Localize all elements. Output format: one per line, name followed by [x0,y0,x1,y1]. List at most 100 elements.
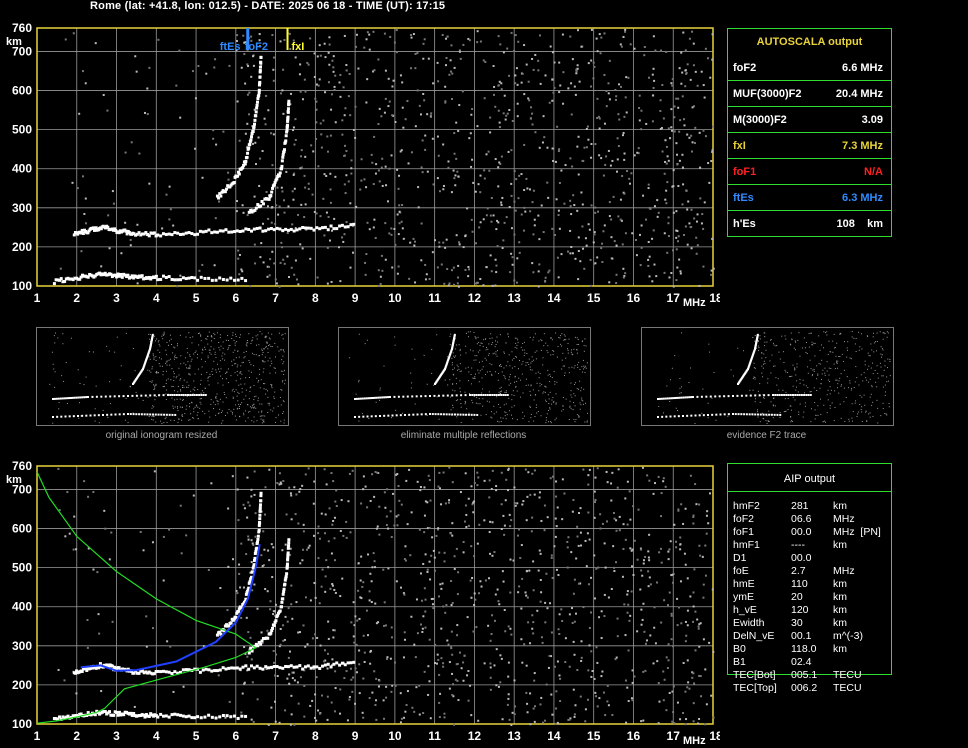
echo-point [278,666,282,670]
echo-point [218,715,222,719]
echo-point [285,128,289,132]
echo-point [278,171,282,175]
echo-point [207,276,211,280]
aip-unit: TECU [833,669,862,681]
x-tick-label: 10 [388,291,402,305]
echo-point [164,670,168,674]
echo-point [255,100,259,104]
echo-point [281,666,285,670]
y-tick-label: 500 [12,123,32,137]
echo-point [170,277,174,281]
aip-row-foe: foE 2.7 MHz [733,565,893,578]
echo-point [289,664,293,668]
echo-point [187,276,191,280]
y-tick-label: 200 [12,678,32,692]
autoscala-title-text: AUTOSCALA output [756,36,863,48]
echo-point [199,716,203,720]
aip-divider [728,491,891,492]
echo-point [326,662,330,666]
aip-value: 00.0 [791,552,812,564]
aip-row-yme: ymE 20 km [733,591,893,604]
y-tick-label: 600 [12,522,32,536]
echo-point [318,666,322,670]
echo-point [247,146,251,150]
echo-point [251,129,255,133]
echo-point [315,226,319,230]
echo-point [254,110,258,114]
echo-point [259,642,263,646]
echo-point [119,272,123,276]
x-tick-label: 11 [428,729,441,743]
echo-point [261,229,265,233]
x-tick-label: 15 [587,729,601,743]
echo-point [181,714,185,718]
echo-point [255,540,259,544]
echo-point [221,666,225,670]
y-tick-label: 400 [12,162,32,176]
echo-point [252,666,256,670]
aip-unit: km [833,617,847,629]
echo-point [287,541,291,545]
aip-value: 110 [791,578,808,590]
echo-point [256,534,260,538]
echo-point [253,122,257,126]
echo-point [190,276,194,280]
echo-point [321,226,325,230]
echo-point [120,275,124,279]
echo-point [258,521,262,525]
thumb-caption-evidence: evidence F2 trace [726,430,807,441]
echo-point [236,278,240,282]
echo-point [258,65,262,69]
aip-value: 281 [791,500,809,512]
echo-point [170,672,174,676]
aip-unit: MHz [PN] [833,526,881,538]
y-tick-label: 400 [12,600,32,614]
echo-point [117,710,121,714]
x-tick-label: 4 [153,291,160,305]
aip-row-b1: B1 02.4 [733,656,893,669]
echo-point [254,550,258,554]
aip-row-deln-ve: DelN_vE 00.1 m^(-3) [733,630,893,643]
aip-row-b0: B0 118.0 km [733,643,893,656]
echo-trace-2 [72,660,356,676]
echo-point [267,227,271,231]
echo-point [321,664,325,668]
thumb-echo-trace [657,333,812,418]
x-unit-label: MHz [683,297,706,309]
echo-point [173,712,177,716]
x-tick-label: 5 [193,729,200,743]
ionogram-bottom: 1 2 3 4 5 6 7 8 9 10 11 12 13 14 15 16 17 187607006005004… [6,459,720,747]
echo-point [246,151,250,155]
echo-point [161,669,165,673]
echo-point [309,666,313,670]
echo-point [258,503,262,507]
y-tick-label: 300 [12,639,32,653]
echo-point [250,229,254,233]
fxI-marker-label: fxI [292,41,305,53]
echo-point [179,713,183,717]
echo-point [257,88,261,92]
echo-point [286,115,290,119]
aip-unit: m^(-3) [833,630,864,642]
echo-point [184,277,188,281]
autoscala-row-ftes: ftEs 6.3 MHz [728,184,891,210]
x-tick-label: 16 [627,291,641,305]
echo-point [167,232,171,236]
echo-point [295,228,299,232]
echo-point [338,663,342,667]
echo-point [181,276,185,280]
echo-point [249,138,253,142]
aip-unit: km [833,578,847,590]
autoscala-value: 6.3 MHz [842,192,883,204]
autoscala-row-h-es: h'Es 108 km [728,210,891,236]
echo-point [267,197,271,201]
echo-point [269,227,273,231]
aip-key: DelN_vE [733,630,775,642]
echo-point [292,665,296,669]
x-unit-label: MHz [683,735,706,747]
echo-point [270,190,274,194]
echo-point [156,669,160,673]
x-tick-label: 6 [232,729,239,743]
echo-point [213,669,217,673]
echo-point [179,278,183,282]
